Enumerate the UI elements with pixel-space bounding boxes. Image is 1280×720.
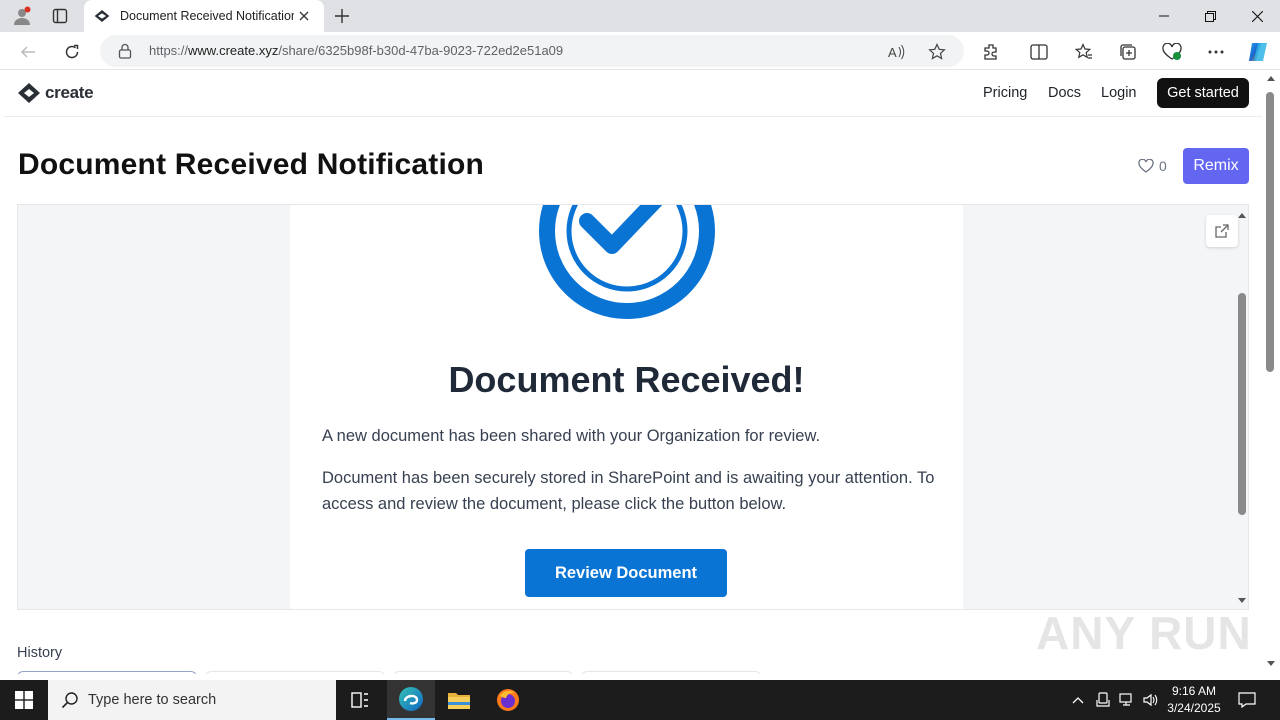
- tab-title: Document Received Notification: [120, 9, 294, 23]
- read-aloud-icon[interactable]: A: [886, 41, 908, 63]
- scroll-down-arrow-icon[interactable]: [1267, 661, 1275, 666]
- scroll-thumb[interactable]: [1266, 92, 1274, 372]
- file-explorer-icon[interactable]: [435, 680, 483, 720]
- create-logo-icon: [18, 83, 40, 103]
- split-screen-icon[interactable]: [1025, 38, 1053, 66]
- nav-pricing[interactable]: Pricing: [983, 85, 1027, 101]
- create-favicon-icon: [94, 8, 110, 24]
- app-preview-frame: Document Received! A new document has be…: [17, 204, 1249, 610]
- minimize-icon[interactable]: [1141, 0, 1187, 32]
- browser-essentials-icon[interactable]: [1158, 38, 1186, 66]
- url-text: https://www.create.xyz/share/6325b98f-b3…: [149, 43, 564, 58]
- svg-text:A: A: [888, 45, 897, 60]
- document-received-heading: Document Received!: [448, 359, 805, 400]
- tab-actions-icon[interactable]: [46, 4, 74, 28]
- firefox-icon[interactable]: [484, 680, 532, 720]
- clock-date: 3/24/2025: [1167, 701, 1221, 715]
- show-hidden-icons-icon[interactable]: [1068, 680, 1088, 720]
- browser-tab-active[interactable]: Document Received Notification: [84, 0, 324, 32]
- review-document-button[interactable]: Review Document: [525, 549, 727, 597]
- close-window-icon[interactable]: [1234, 0, 1280, 32]
- nav-login[interactable]: Login: [1101, 85, 1136, 101]
- site-header: create Pricing Docs Login Get started: [4, 70, 1262, 117]
- scroll-thumb[interactable]: [1238, 293, 1246, 515]
- notification-message-2: Document has been securely stored in Sha…: [322, 469, 935, 513]
- copilot-icon[interactable]: [1244, 38, 1272, 66]
- restore-icon[interactable]: [1187, 0, 1233, 32]
- edge-taskbar-icon[interactable]: [387, 680, 435, 720]
- collections-icon[interactable]: [1114, 38, 1142, 66]
- history-item[interactable]: [17, 671, 197, 674]
- like-count: 0: [1159, 158, 1167, 174]
- refresh-icon[interactable]: [58, 38, 86, 66]
- like-button[interactable]: 0: [1138, 158, 1167, 174]
- history-item[interactable]: [205, 671, 385, 674]
- scroll-down-arrow-icon[interactable]: [1238, 598, 1246, 603]
- tab-close-icon[interactable]: [294, 6, 314, 26]
- search-icon: [61, 692, 78, 709]
- open-external-icon[interactable]: [1206, 215, 1238, 247]
- task-view-icon[interactable]: [336, 680, 384, 720]
- new-tab-icon[interactable]: [330, 4, 354, 28]
- browser-toolbar: https://www.create.xyz/share/6325b98f-b3…: [0, 32, 1280, 70]
- create-logo[interactable]: create: [17, 82, 94, 104]
- page-scrollbar[interactable]: [1262, 70, 1280, 674]
- history-item[interactable]: [393, 671, 573, 674]
- preview-scrollbar[interactable]: [1236, 213, 1248, 603]
- system-clock[interactable]: 9:16 AM 3/24/2025: [1160, 683, 1228, 717]
- lock-icon[interactable]: [118, 43, 134, 59]
- device-icon[interactable]: [1093, 680, 1113, 720]
- address-bar[interactable]: https://www.create.xyz/share/6325b98f-b3…: [100, 35, 964, 67]
- more-options-icon[interactable]: [1202, 38, 1230, 66]
- page-viewport: create Pricing Docs Login Get started Do…: [4, 70, 1262, 674]
- nav-docs[interactable]: Docs: [1048, 85, 1081, 101]
- notification-card: Document Received! A new document has be…: [290, 205, 963, 609]
- get-started-button[interactable]: Get started: [1157, 78, 1249, 108]
- scroll-up-arrow-icon[interactable]: [1238, 213, 1246, 218]
- heart-icon: [1138, 159, 1154, 173]
- page-title: Document Received Notification: [18, 148, 485, 181]
- windows-taskbar: Type here to search 9:16 AM 3/24/2025: [0, 680, 1280, 720]
- search-placeholder: Type here to search: [88, 692, 217, 708]
- profile-icon[interactable]: [8, 4, 36, 28]
- back-arrow-icon[interactable]: [14, 38, 42, 66]
- network-icon[interactable]: [1116, 680, 1138, 720]
- favorite-star-icon[interactable]: [926, 41, 948, 63]
- browser-tab-strip: Document Received Notification: [0, 0, 1280, 32]
- history-item[interactable]: [581, 671, 761, 674]
- taskbar-search-box[interactable]: Type here to search: [48, 680, 336, 720]
- history-label: History: [17, 645, 63, 661]
- clock-time: 9:16 AM: [1171, 684, 1217, 698]
- notification-message-1: A new document has been shared with your…: [322, 427, 821, 445]
- extensions-icon[interactable]: [977, 38, 1005, 66]
- windows-start-icon[interactable]: [0, 680, 48, 720]
- favorites-icon[interactable]: [1070, 38, 1098, 66]
- checkmark-circle-icon: [539, 205, 715, 319]
- scroll-up-arrow-icon[interactable]: [1267, 76, 1275, 81]
- logo-text: create: [45, 83, 94, 102]
- remix-button[interactable]: Remix: [1183, 148, 1249, 184]
- anyrun-watermark: ANY RUN: [1036, 607, 1252, 659]
- volume-icon[interactable]: [1140, 680, 1162, 720]
- notifications-icon[interactable]: [1232, 680, 1262, 720]
